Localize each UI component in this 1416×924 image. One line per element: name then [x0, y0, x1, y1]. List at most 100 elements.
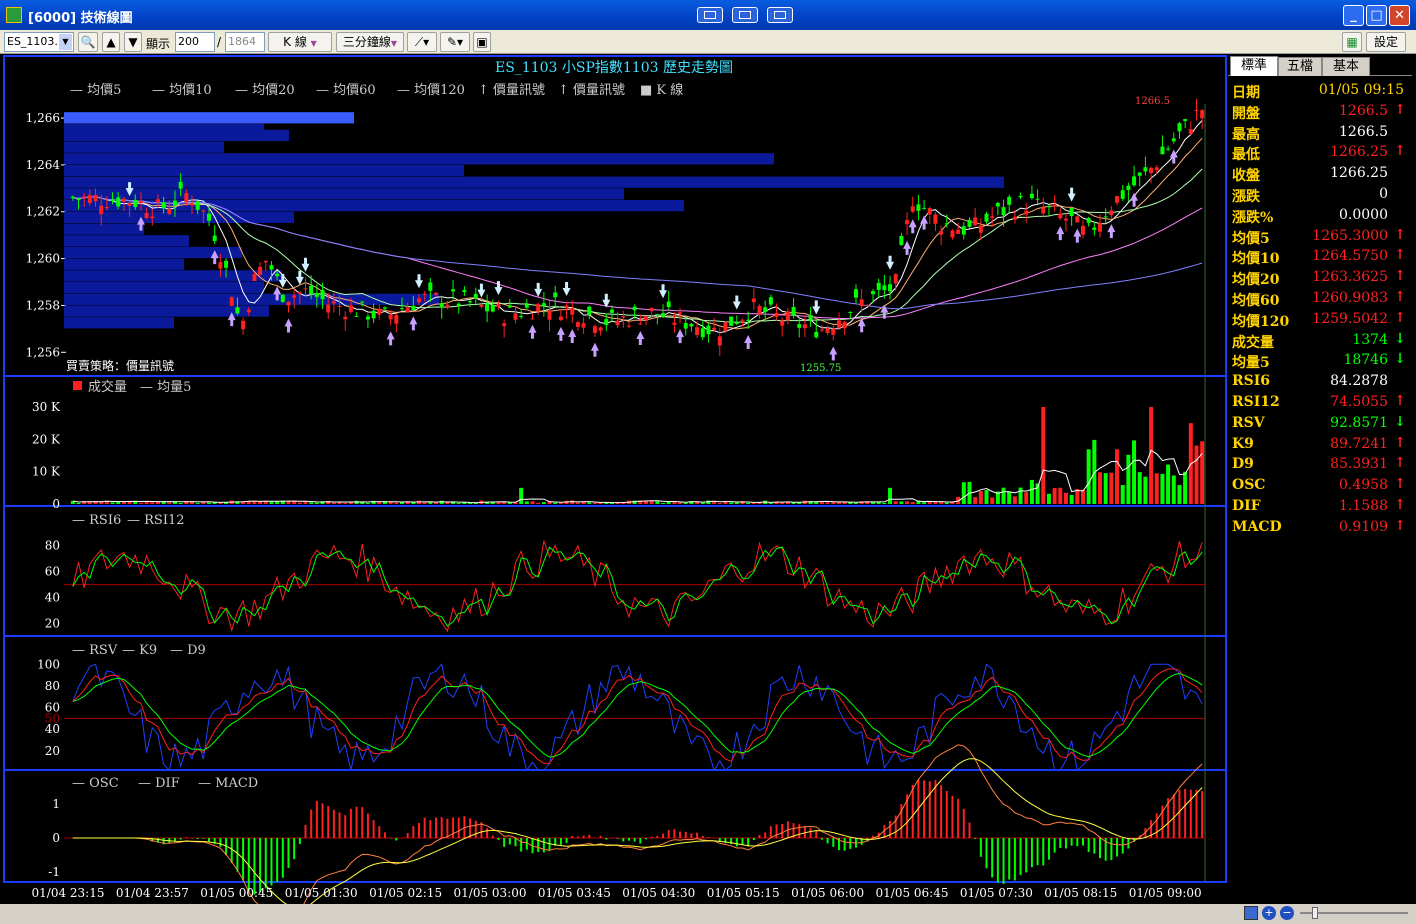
candle-body	[995, 202, 1000, 207]
candle-body	[1029, 193, 1034, 199]
candle-body	[592, 326, 597, 333]
indicator-tick: 100	[37, 657, 60, 671]
candle-body	[70, 196, 75, 198]
volume-bar	[536, 502, 541, 504]
volume-bar	[1120, 485, 1125, 504]
volume-bar	[734, 502, 739, 504]
tab-standard[interactable]: 標準	[1230, 56, 1278, 76]
candle-body	[428, 282, 433, 291]
candle-body	[888, 284, 893, 292]
volume-bar	[587, 502, 592, 504]
candle-body	[1024, 210, 1029, 215]
map-icon[interactable]	[1244, 906, 1258, 920]
candle-body	[740, 319, 745, 321]
volume-profile-bar	[64, 317, 174, 329]
indicator-legend: — RSI6	[72, 513, 121, 528]
buy-signal-arrow	[1130, 192, 1139, 207]
arrow-down-icon[interactable]: ▼	[124, 32, 142, 52]
time-label: 01/05 02:15	[369, 886, 442, 900]
candle-body	[1080, 225, 1085, 235]
candle-body	[541, 303, 546, 307]
quote-value: 0	[1379, 186, 1388, 202]
buy-signal-arrow	[386, 331, 395, 346]
candle-body	[1115, 196, 1120, 203]
candle-body	[263, 260, 268, 263]
volume-bar	[530, 501, 535, 504]
quote-row-1: 開盤 1266.5 ↑	[1232, 101, 1408, 122]
tab-five-levels[interactable]: 五檔	[1278, 57, 1322, 76]
layout-button-3[interactable]	[767, 7, 793, 23]
symbol-select[interactable]: ES_1103.1 ▼	[4, 32, 74, 52]
volume-bar	[888, 487, 893, 504]
buy-signal-arrow	[1056, 226, 1065, 241]
volume-bar	[150, 502, 155, 504]
grid-icon[interactable]: ▣	[473, 32, 491, 52]
eraser-icon[interactable]: ✎▾	[440, 32, 470, 52]
buy-signal-arrow	[1169, 149, 1178, 164]
minimize-button[interactable]: _	[1343, 5, 1364, 26]
layout-button-2[interactable]	[732, 7, 758, 23]
quote-label: 最低	[1232, 147, 1260, 164]
candle-body	[661, 313, 666, 317]
quote-label: 均價20	[1232, 272, 1280, 289]
candle-body	[950, 230, 955, 238]
volume-profile-bar	[64, 188, 624, 200]
volume-bar	[1154, 473, 1159, 504]
time-label: 01/05 07:30	[960, 886, 1033, 900]
chevron-down-icon: ▼	[390, 39, 398, 48]
title-bar[interactable]: [6000] 技術線圖 _ □ ✕	[0, 0, 1416, 30]
period-button[interactable]: 三分鐘線▼	[336, 32, 404, 52]
count-separator: /	[217, 35, 222, 49]
candle-body	[933, 214, 938, 224]
volume-bar	[876, 502, 881, 504]
tab-basic[interactable]: 基本	[1322, 57, 1370, 76]
display-count-input[interactable]: 200	[175, 32, 215, 52]
candle-body	[1098, 223, 1103, 232]
quote-row-6: 漲跌% 0.0000	[1232, 205, 1408, 226]
macd-legend: — MACD	[198, 776, 258, 791]
time-label: 01/05 00:45	[200, 886, 273, 900]
zoom-in-icon[interactable]: +	[1262, 906, 1276, 920]
candle-body	[320, 290, 325, 300]
candle-body	[394, 314, 399, 324]
time-label: 01/05 06:00	[791, 886, 864, 900]
volume-profile-bar	[64, 211, 294, 223]
candle-body	[104, 207, 109, 209]
volume-bar	[365, 502, 370, 504]
arrow-up-icon: ↑	[1394, 289, 1406, 305]
maximize-button[interactable]: □	[1366, 5, 1387, 26]
buy-signal-arrow	[556, 326, 565, 341]
zoom-out-icon[interactable]: −	[1280, 906, 1294, 920]
volume-bar	[780, 502, 785, 504]
legend-item: — 均價120	[397, 83, 465, 98]
settings-button[interactable]: 設定	[1366, 32, 1406, 52]
price-tick: 1,266	[26, 111, 60, 125]
candle-body	[814, 331, 819, 338]
candle-body	[1120, 190, 1125, 199]
volume-bar	[570, 500, 575, 504]
volume-bar	[252, 501, 257, 504]
time-label: 01/05 04:30	[622, 886, 695, 900]
zoom-slider-handle[interactable]	[1312, 907, 1318, 919]
volume-bar	[1109, 472, 1114, 504]
kline-button[interactable]: K 線 ▼	[268, 32, 332, 52]
macd-legend: — DIF	[138, 776, 180, 791]
candle-body	[553, 292, 558, 298]
volume-bar	[655, 501, 660, 504]
layout-button-1[interactable]	[697, 7, 723, 23]
time-label: 01/05 03:00	[454, 886, 527, 900]
draw-line-icon[interactable]: ⟋▾	[407, 32, 437, 52]
chart-window: [6000] 技術線圖 _ □ ✕ ES_1103.1 ▼ 🔍 ▲ ▼ 顯示 20…	[0, 0, 1416, 924]
candle-body	[445, 304, 450, 308]
volume-bar	[922, 502, 927, 504]
arrow-down-icon: ↓	[1394, 330, 1406, 347]
chart-area[interactable]: ES_1103 小SP指數1103 歷史走勢圖 — 均價5 — 均價10 — 均價20…	[0, 54, 1228, 904]
arrow-up-icon[interactable]: ▲	[102, 32, 120, 52]
search-icon[interactable]: 🔍	[78, 32, 98, 52]
candle-body	[524, 304, 529, 308]
close-button[interactable]: ✕	[1389, 5, 1410, 26]
candle-body	[1149, 167, 1154, 174]
candle-body	[127, 203, 132, 206]
excel-icon[interactable]: ▦	[1342, 32, 1362, 52]
candle-body	[382, 307, 387, 309]
